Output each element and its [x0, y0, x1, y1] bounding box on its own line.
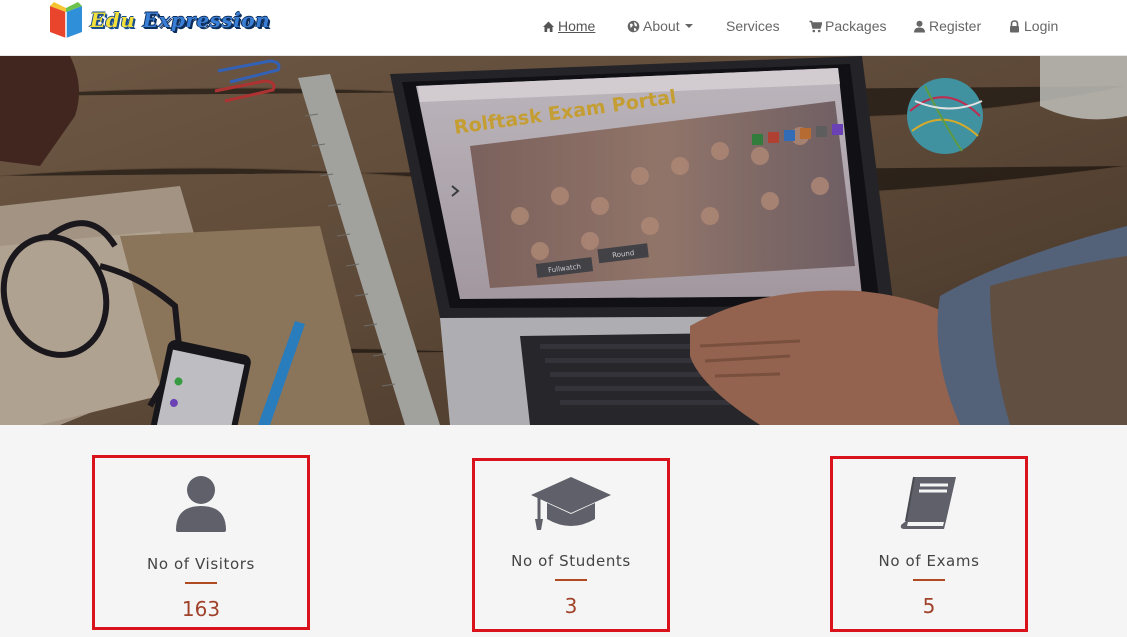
user-icon	[174, 474, 228, 537]
nav-home[interactable]: Home	[542, 18, 595, 34]
stat-divider	[913, 579, 945, 581]
nav-services-label: Services	[726, 18, 780, 34]
brand-logo[interactable]: Edu Expression	[46, 0, 270, 40]
nav-packages-label: Packages	[825, 18, 887, 34]
stat-title: No of Visitors	[147, 555, 255, 573]
globe-icon	[627, 20, 640, 33]
book-icon	[898, 475, 960, 536]
brand-word-1: Edu	[90, 8, 136, 32]
user-icon	[913, 20, 926, 33]
stat-card-visitors: No of Visitors 163	[92, 455, 310, 630]
stat-value: 163	[181, 597, 221, 621]
hero-illustration: Rolftask Exam Portal Fullwatch Round	[0, 56, 1127, 425]
cart-icon	[809, 20, 823, 33]
stat-title: No of Exams	[878, 552, 980, 570]
chevron-down-icon	[684, 24, 693, 28]
stats-section: No of Visitors 163 No of Students 3 No o…	[0, 425, 1127, 637]
book-logo-icon	[46, 0, 88, 40]
nav-register[interactable]: Register	[913, 18, 981, 34]
graduation-cap-icon	[529, 475, 613, 538]
stat-divider	[555, 579, 587, 581]
stat-value: 3	[564, 594, 578, 618]
nav-login[interactable]: Login	[1008, 18, 1058, 34]
nav-login-label: Login	[1024, 18, 1059, 34]
brand-word-2: Expression	[142, 8, 271, 32]
brand-name: Edu Expression	[90, 8, 270, 32]
nav-about-label: About	[643, 18, 680, 34]
nav-services[interactable]: Services	[726, 18, 780, 34]
navbar: Edu Expression Home About Services Packa…	[0, 0, 1127, 56]
stat-divider	[185, 582, 217, 584]
lock-icon	[1008, 19, 1021, 33]
nav-packages[interactable]: Packages	[809, 18, 886, 34]
stat-card-exams: No of Exams 5	[830, 456, 1028, 632]
stat-card-students: No of Students 3	[472, 458, 670, 632]
hero-banner: Rolftask Exam Portal Fullwatch Round	[0, 56, 1127, 425]
nav-about[interactable]: About	[627, 18, 693, 34]
home-icon	[542, 20, 555, 33]
nav-home-label: Home	[558, 18, 596, 34]
nav-register-label: Register	[929, 18, 982, 34]
stat-value: 5	[922, 594, 936, 618]
stat-title: No of Students	[511, 552, 631, 570]
